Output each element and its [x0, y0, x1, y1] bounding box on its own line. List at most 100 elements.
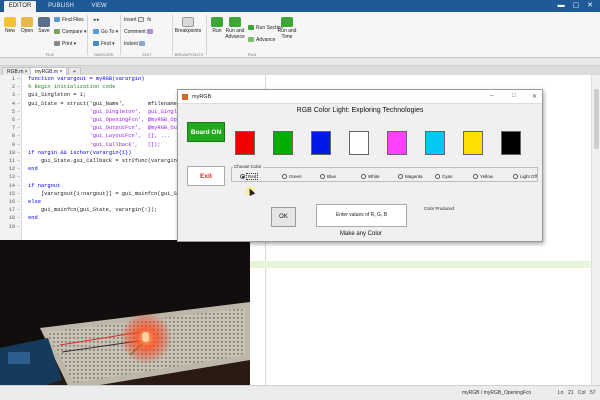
code-text: gui_State = struct('gui_Name', mfilename… — [28, 100, 193, 107]
line-number: 11 — [8, 158, 15, 164]
breakpoint-dash-icon[interactable]: – — [17, 214, 20, 222]
line-number: 19 — [8, 223, 15, 230]
section-edit-label: EDIT — [142, 52, 152, 57]
line-number: 13 — [8, 174, 15, 181]
radio-button-icon[interactable] — [282, 174, 287, 179]
find-files-button[interactable]: Find Files — [54, 17, 84, 23]
code-text: else — [28, 199, 41, 205]
tab-publish[interactable]: PUBLISH — [44, 1, 78, 12]
minimize-icon[interactable]: – — [490, 93, 493, 99]
breakpoint-dash-icon[interactable]: – — [17, 108, 20, 116]
save-button[interactable]: Save — [36, 17, 52, 34]
breakpoint-dash-icon[interactable]: – — [17, 165, 20, 173]
run-and-time-label: Run and Time — [277, 28, 297, 40]
radio-white[interactable]: White — [361, 174, 380, 180]
line-label: Ln — [558, 390, 564, 396]
radio-button-icon[interactable] — [361, 174, 366, 179]
maximize-icon[interactable]: □ — [512, 93, 516, 99]
radio-label: Blue — [327, 174, 337, 179]
breakpoint-dash-icon[interactable]: – — [17, 157, 20, 165]
tab-view[interactable]: VIEW — [86, 1, 112, 12]
run-button[interactable]: Run — [209, 17, 225, 34]
comment-button[interactable]: Comment — [124, 29, 155, 35]
line-number: 5 — [11, 108, 15, 115]
breakpoint-icon — [182, 17, 194, 27]
navigate-back-button[interactable]: ◂ ▸ — [93, 17, 99, 23]
radio-label: Yellow — [480, 174, 493, 179]
line-number: 15 — [8, 190, 15, 197]
breakpoint-dash-icon[interactable]: – — [17, 91, 20, 99]
breakpoints-label: Breakpoints — [174, 28, 202, 34]
current-folder-bar[interactable] — [0, 58, 600, 66]
section-run-label: RUN — [247, 52, 257, 57]
file-tab-rgb[interactable]: RGB.m × — [2, 67, 33, 75]
radio-red[interactable]: Red — [240, 173, 259, 180]
radio-green[interactable]: Green — [282, 174, 302, 180]
breakpoint-dash-icon[interactable]: – — [17, 198, 20, 206]
insert-label: Insert — [124, 17, 137, 23]
breakpoint-dash-icon[interactable]: – — [17, 100, 20, 108]
go-to-icon — [93, 29, 99, 34]
find-button[interactable]: Find ▾ — [93, 41, 115, 47]
breakpoint-dash-icon[interactable]: – — [17, 124, 20, 132]
editor-scrollbar[interactable] — [591, 75, 600, 385]
radio-light-off[interactable]: Light Off — [513, 174, 537, 180]
line-number: 9 — [11, 141, 15, 148]
breakpoint-dash-icon[interactable]: – — [17, 173, 20, 181]
breakpoint-dash-icon[interactable]: – — [17, 190, 20, 198]
breakpoint-dash-icon[interactable]: – — [17, 132, 20, 140]
breakpoint-dash-icon[interactable]: – — [17, 182, 20, 190]
indent-button[interactable]: Indent — [124, 41, 147, 47]
radio-button-icon[interactable] — [240, 174, 245, 179]
board-on-button[interactable]: Board ON — [187, 122, 225, 142]
code-text: gui_State.gui_Callback = str2func(vararg… — [28, 158, 193, 164]
radio-yellow[interactable]: Yellow — [473, 174, 493, 180]
radio-button-icon[interactable] — [473, 174, 478, 179]
breakpoint-dash-icon[interactable]: – — [17, 149, 20, 157]
radio-cyan[interactable]: Cyan — [435, 174, 453, 180]
color-swatch — [273, 131, 293, 155]
breakpoint-dash-icon[interactable]: – — [17, 83, 20, 91]
new-button[interactable]: New — [2, 17, 18, 34]
scrollbar-thumb[interactable] — [594, 89, 599, 149]
rgb-input-field[interactable]: Enter values of R, G, B — [316, 204, 407, 227]
radio-magenta[interactable]: Magenta — [398, 174, 423, 180]
radio-button-icon[interactable] — [398, 174, 403, 179]
file-tab-myrgb[interactable]: myRGB.m × — [30, 67, 68, 75]
radio-button-icon[interactable] — [513, 174, 518, 179]
gui-figure-window: myRGB – □ ✕ RGB Color Light: Exploring T… — [177, 89, 543, 242]
code-line[interactable]: 1– function varargout = myRGB(varargin) — [0, 75, 260, 83]
radio-button-icon[interactable] — [320, 174, 325, 179]
print-label: Print — [62, 41, 73, 47]
print-button[interactable]: Print ▾ — [54, 41, 76, 47]
advance-button[interactable]: Advance — [248, 37, 275, 43]
matlab-logo-icon — [182, 94, 188, 100]
compare-button[interactable]: Compare ▾ — [54, 29, 86, 35]
open-button[interactable]: Open — [18, 17, 36, 34]
color-swatch — [387, 131, 407, 155]
tab-editor[interactable]: EDITOR — [4, 1, 36, 12]
color-swatch — [349, 131, 369, 155]
matlab-window: EDITOR PUBLISH VIEW ▬ ▢ ✕ New Open Save … — [0, 0, 600, 400]
radio-blue[interactable]: Blue — [320, 174, 336, 180]
go-to-button[interactable]: Go To ▾ — [93, 29, 118, 35]
breakpoint-dash-icon[interactable]: – — [17, 116, 20, 124]
breakpoint-dash-icon[interactable]: – — [17, 223, 20, 231]
exit-button[interactable]: Exit — [187, 166, 225, 186]
close-icon[interactable]: ✕ — [532, 93, 537, 100]
insert-button[interactable]: Insert fx — [124, 17, 151, 23]
new-label: New — [4, 28, 15, 34]
run-and-advance-button[interactable]: Run and Advance — [224, 17, 246, 40]
radio-button-icon[interactable] — [435, 174, 440, 179]
run-and-time-button[interactable]: Run and Time — [277, 17, 297, 40]
breakpoint-dash-icon[interactable]: – — [17, 206, 20, 214]
advance-icon — [248, 37, 254, 42]
section-breakpoints-label: BREAKPOINTS — [174, 52, 204, 57]
ribbon-divider — [120, 15, 121, 55]
new-tab-button[interactable]: + — [68, 67, 81, 75]
window-controls[interactable]: ▬ ▢ ✕ — [558, 1, 596, 9]
ok-button[interactable]: OK — [271, 207, 296, 227]
breakpoint-dash-icon[interactable]: – — [17, 141, 20, 149]
breakpoints-button[interactable]: Breakpoints — [173, 17, 203, 34]
breakpoint-dash-icon[interactable]: – — [17, 75, 20, 83]
